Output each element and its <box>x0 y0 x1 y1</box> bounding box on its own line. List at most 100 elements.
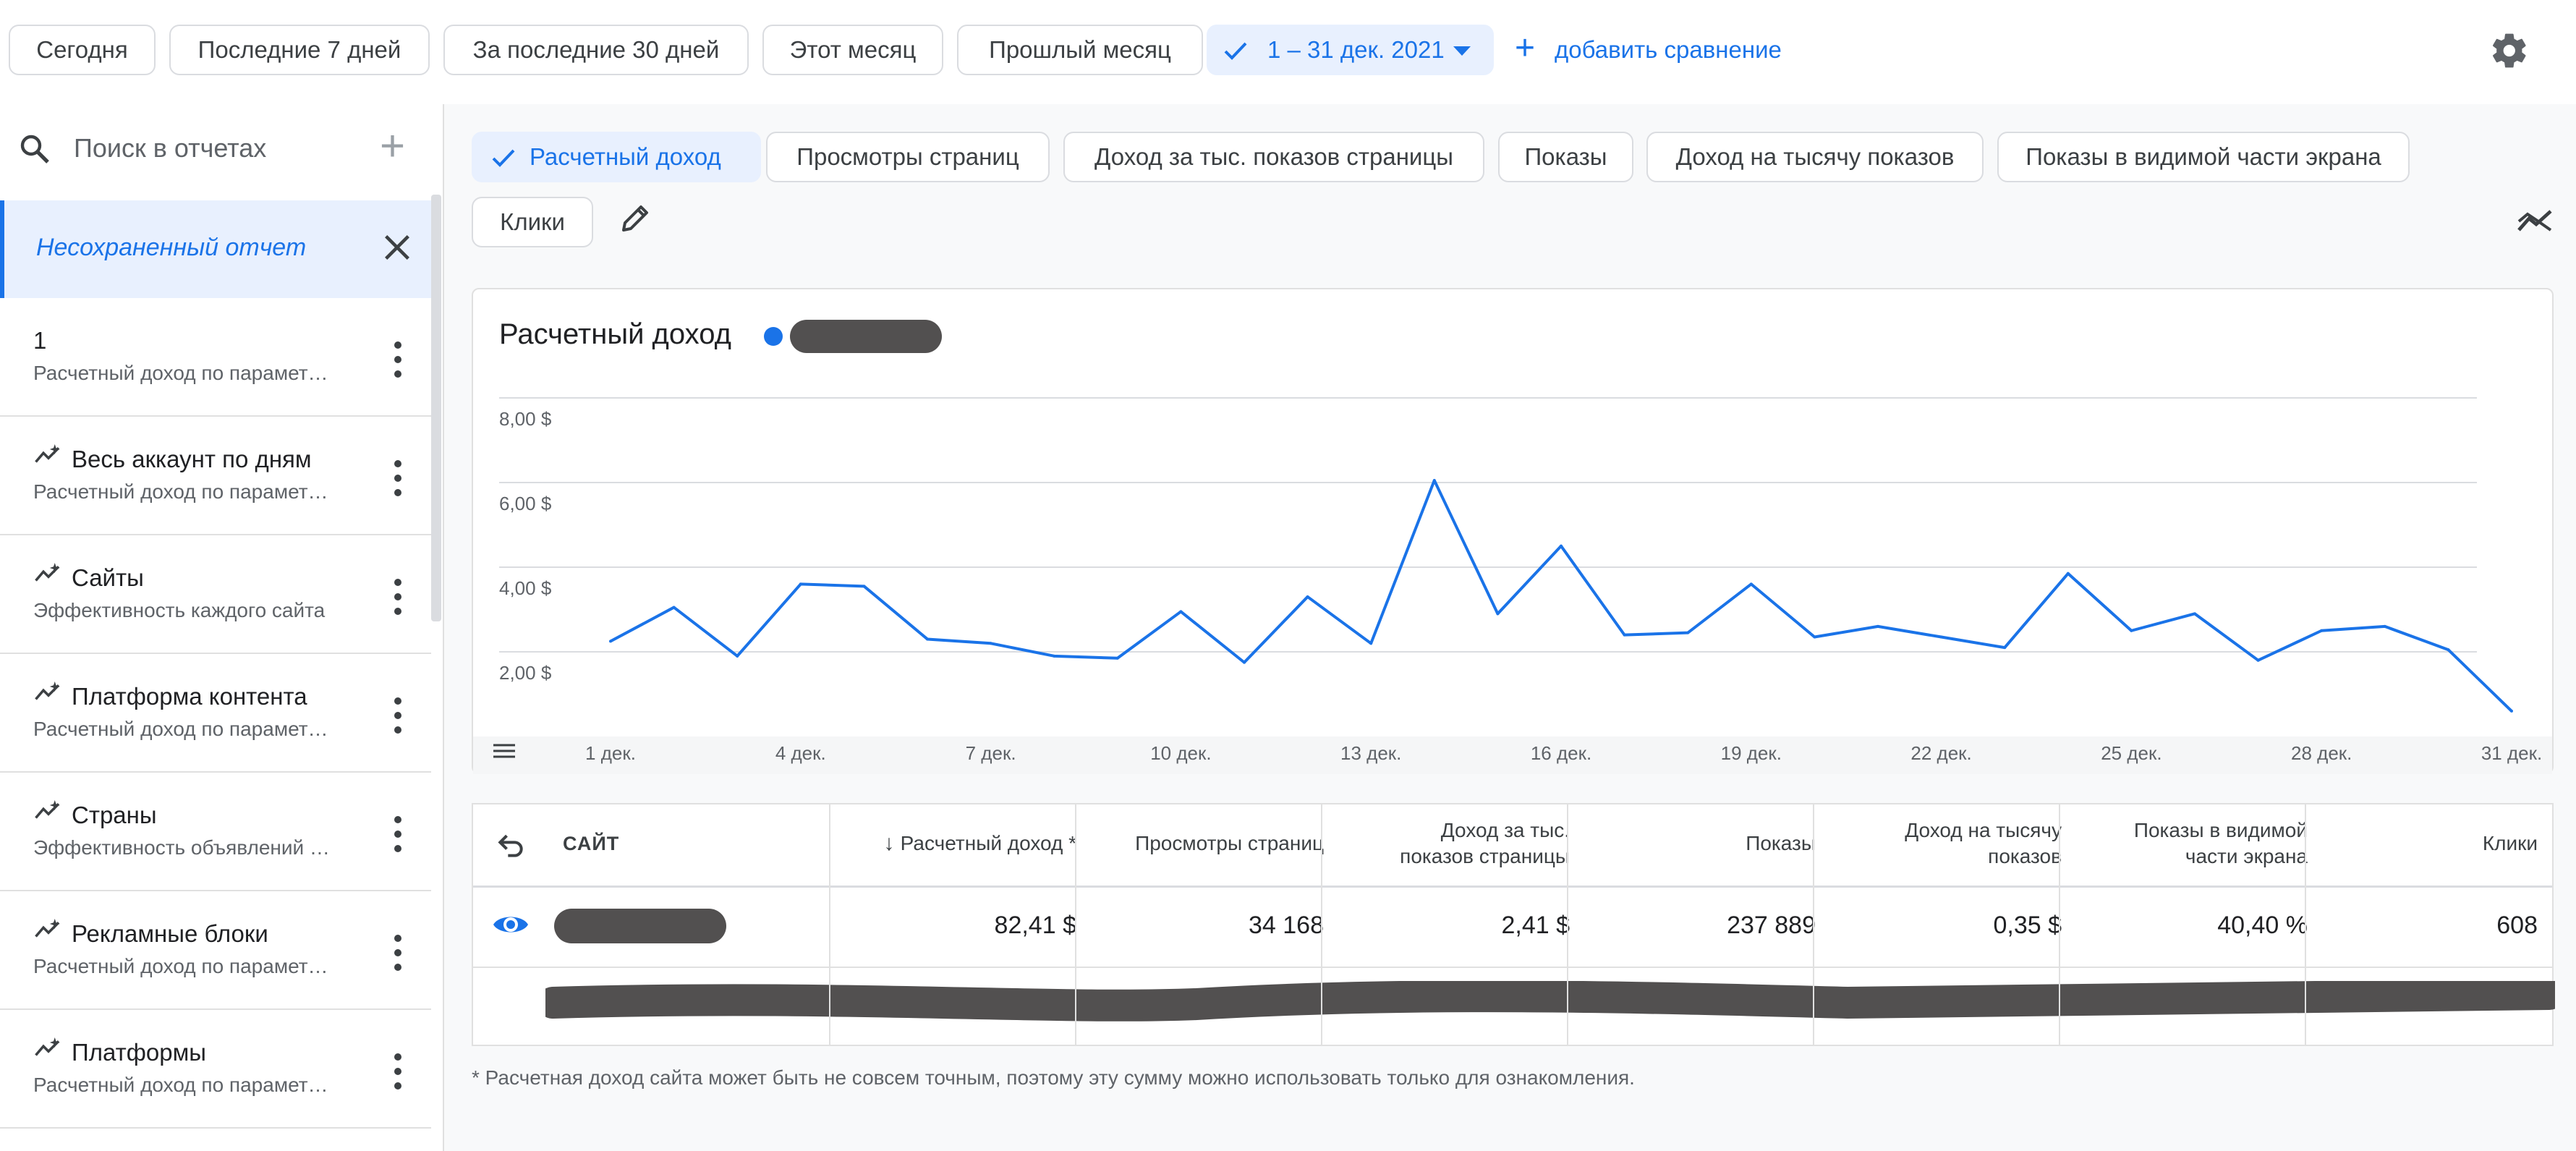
unsaved-report-item[interactable]: Несохраненный отчет <box>0 200 431 298</box>
column-header-impressions[interactable]: Показы <box>1573 831 1816 857</box>
column-divider <box>1567 804 1568 1045</box>
y-tick-label: 4,00 $ <box>499 577 552 599</box>
data-point <box>989 642 992 645</box>
more-vert-icon[interactable] <box>389 459 407 498</box>
date-preset-today[interactable]: Сегодня <box>9 25 156 75</box>
saved-report-item[interactable]: Весь аккаунт по дням Расчетный доход по п… <box>0 417 431 535</box>
data-point <box>862 585 866 588</box>
data-point <box>1053 654 1056 658</box>
reports-sidebar: Поиск в отчетах + Несохраненный отчет 1 Р… <box>0 104 444 1151</box>
data-point <box>2383 624 2386 628</box>
column-divider <box>2059 804 2060 1045</box>
x-tick-label: 7 дек. <box>966 742 1016 764</box>
metric-chip-clicks[interactable]: Клики <box>472 197 593 247</box>
metric-chip-impression-rpm[interactable]: Доход на тысячу показов <box>1646 132 1984 182</box>
close-icon[interactable] <box>381 231 414 264</box>
data-point <box>2003 646 2007 650</box>
more-vert-icon[interactable] <box>389 696 407 735</box>
data-point <box>736 654 739 658</box>
cell-pageviews: 34 168 <box>1249 912 1324 939</box>
metric-chip-pageviews[interactable]: Просмотры страниц <box>766 132 1050 182</box>
auto-report-icon <box>35 1037 60 1056</box>
sidebar-scrollbar[interactable] <box>431 195 441 621</box>
x-tick-label: 16 дек. <box>1531 742 1591 764</box>
more-vert-icon[interactable] <box>389 933 407 972</box>
column-header-viewable[interactable]: Показы в видимой части экрана <box>2065 817 2308 870</box>
report-title: Сайты <box>72 564 144 591</box>
auto-report-icon <box>35 919 60 938</box>
column-divider <box>1075 804 1076 1045</box>
data-point <box>1813 635 1816 639</box>
saved-report-item[interactable]: 1 Расчетный доход по парамет… <box>0 298 431 417</box>
data-point <box>1749 582 1753 586</box>
report-main: Расчетный доход Просмотры страниц Доход … <box>444 104 2576 1151</box>
column-header-rpm-line1: Доход на тысячу <box>1905 819 2062 841</box>
column-header-revenue[interactable]: ↓ Расчетный доход * <box>833 831 1076 857</box>
column-header-page-rpm[interactable]: Доход за тыс. показов страницы <box>1327 817 1570 870</box>
date-preset-last-month[interactable]: Прошлый месяц <box>957 25 1203 75</box>
saved-report-item[interactable]: Платформы Расчетный доход по парамет… <box>0 1010 431 1129</box>
data-point <box>1432 479 1436 483</box>
metric-chip-viewable-impressions[interactable]: Показы в видимой части экрана <box>1997 132 2410 182</box>
column-header-site[interactable]: САЙТ <box>563 831 619 857</box>
report-search[interactable]: Поиск в отчетах + <box>0 104 443 195</box>
x-tick-label: 31 дек. <box>2481 742 2542 764</box>
column-header-clicks[interactable]: Клики <box>2296 831 2538 857</box>
data-point <box>1179 610 1183 613</box>
date-preset-this-month[interactable]: Этот месяц <box>762 25 943 75</box>
column-header-rpm[interactable]: Доход на тысячу показов <box>1819 817 2062 870</box>
column-divider <box>829 804 830 1045</box>
revenue-chart-card: Расчетный доход 2,00 $4,00 $6,00 $8,00 $… <box>472 288 2554 774</box>
x-tick-label: 10 дек. <box>1150 742 1211 764</box>
cell-impressions: 237 889 <box>1727 912 1816 939</box>
table-header-row: САЙТ ↓ Расчетный доход * Просмотры стран… <box>473 804 2552 888</box>
metric-chip-estimated-revenue[interactable]: Расчетный доход <box>472 132 761 182</box>
saved-report-item[interactable]: Рекламные блоки Расчетный доход по параме… <box>0 891 431 1010</box>
search-input[interactable]: Поиск в отчетах <box>74 133 266 163</box>
metric-chip-impressions[interactable]: Показы <box>1498 132 1633 182</box>
visibility-eye-icon[interactable] <box>490 909 531 940</box>
y-tick-label: 6,00 $ <box>499 493 552 514</box>
revenue-line-chart: 2,00 $ 4,00 $ 6,00 $ 8,00 $ 1 дек. 4 дек. 7 де… <box>493 397 2542 764</box>
edit-metrics-icon[interactable] <box>618 201 652 236</box>
more-vert-icon[interactable] <box>389 1052 407 1091</box>
totals-row <box>473 967 2555 1045</box>
date-range-label: 1 – 31 дек. 2021 <box>1267 36 1445 63</box>
data-point <box>1306 595 1309 598</box>
add-report-icon[interactable]: + <box>380 120 405 172</box>
gear-icon[interactable] <box>2489 30 2530 71</box>
date-range-selector[interactable]: 1 – 31 дек. 2021 <box>1207 25 1494 75</box>
data-point <box>2447 648 2450 652</box>
saved-report-item[interactable]: Сайты Эффективность каждого сайта <box>0 535 431 654</box>
column-header-pageviews[interactable]: Просмотры страниц <box>1081 831 1324 857</box>
date-preset-last-7-days[interactable]: Последние 7 дней <box>169 25 430 75</box>
metric-chip-label: Расчетный доход <box>530 143 721 170</box>
column-header-viewable-line2: части экрана <box>2185 845 2308 867</box>
more-vert-icon[interactable] <box>389 815 407 854</box>
x-tick-label: 28 дек. <box>2291 742 2352 764</box>
x-tick-label: 1 дек. <box>585 742 636 764</box>
data-point <box>799 582 802 586</box>
data-point <box>609 640 612 643</box>
data-point <box>1623 633 1626 637</box>
x-tick-label: 22 дек. <box>1910 742 1971 764</box>
metric-chip-page-rpm[interactable]: Доход за тыс. показов страницы <box>1063 132 1484 182</box>
saved-report-item[interactable]: Платформа контента Расчетный доход по пар… <box>0 654 431 773</box>
column-divider <box>1813 804 1814 1045</box>
redaction-scribble <box>545 981 2555 1022</box>
saved-report-item[interactable]: Страны Эффективность объявлений … <box>0 773 431 891</box>
cell-rpm: 0,35 $ <box>1993 912 2062 939</box>
compare-trend-icon[interactable] <box>2516 207 2554 236</box>
undo-icon[interactable] <box>495 829 527 861</box>
plus-icon: + <box>1515 29 1536 67</box>
y-tick-label: 8,00 $ <box>499 408 552 430</box>
column-header-revenue-label: Расчетный доход * <box>900 832 1076 854</box>
add-comparison-label: добавить сравнение <box>1555 36 1782 63</box>
more-vert-icon[interactable] <box>389 340 407 379</box>
date-preset-last-30-days[interactable]: За последние 30 дней <box>443 25 749 75</box>
cell-revenue: 82,41 $ <box>994 912 1076 939</box>
report-title: Платформы <box>72 1039 206 1066</box>
column-divider <box>1321 804 1322 1045</box>
check-icon <box>492 149 515 167</box>
more-vert-icon[interactable] <box>389 577 407 616</box>
